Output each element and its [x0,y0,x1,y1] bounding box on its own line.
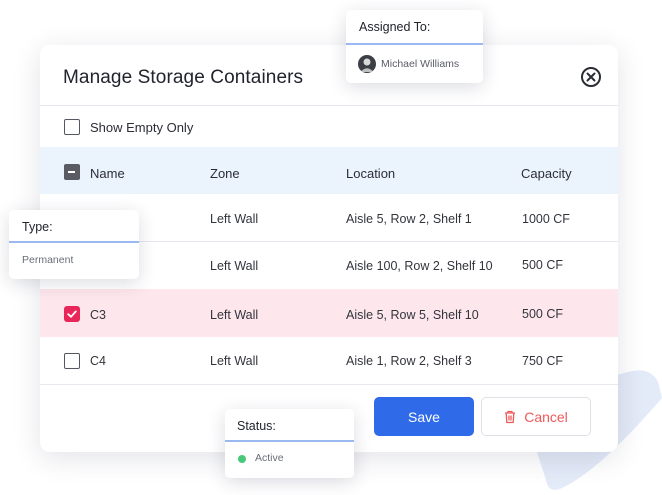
cell-capacity: 500 CF [522,307,563,321]
column-header-name[interactable]: Name [90,166,125,181]
check-icon [67,310,77,318]
cell-zone: Left Wall [210,354,259,368]
cell-capacity: 750 CF [522,354,563,368]
table-row-selected[interactable]: C3 Left Wall Aisle 5, Row 5, Shelf 10 50… [40,289,618,337]
close-icon [586,72,596,82]
row-checkbox[interactable] [64,353,80,369]
cell-zone: Left Wall [210,308,259,322]
status-dot-icon [238,455,246,463]
assigned-user-name: Michael Williams [381,58,460,70]
show-empty-label: Show Empty Only [90,120,194,135]
column-header-location[interactable]: Location [346,166,395,181]
status-card: Status: Active [225,409,354,478]
cell-name: C3 [90,308,106,322]
select-all-checkbox[interactable] [64,164,80,180]
cell-zone: Left Wall [210,212,259,226]
table-row[interactable]: C4 Left Wall Aisle 1, Row 2, Shelf 3 750… [40,337,618,385]
status-value: Active [255,452,284,464]
modal-title: Manage Storage Containers [63,67,304,88]
card-accent-rule [225,440,354,442]
status-title: Status: [237,419,276,433]
cell-location: Aisle 1, Row 2, Shelf 3 [346,354,472,368]
header-divider [40,105,618,106]
column-header-zone[interactable]: Zone [210,166,240,181]
cell-zone: Left Wall [210,259,259,273]
cell-capacity: 500 CF [522,258,563,272]
trash-icon [505,410,516,423]
cell-name: C4 [90,354,106,368]
type-card: Type: Permanent [9,210,139,279]
cell-location: Aisle 5, Row 5, Shelf 10 [346,308,479,322]
cell-capacity: 1000 CF [522,212,570,226]
assigned-to-card: Assigned To: Michael Williams [346,10,483,83]
card-accent-rule [9,241,139,243]
row-checkbox-checked[interactable] [64,306,80,322]
show-empty-checkbox[interactable] [64,119,80,135]
footer-divider [40,384,618,385]
cell-location: Aisle 5, Row 2, Shelf 1 [346,212,472,226]
cancel-button[interactable]: Cancel [481,397,591,436]
cell-location: Aisle 100, Row 2, Shelf 10 [346,259,493,273]
type-value: Permanent [22,254,74,266]
assigned-to-title: Assigned To: [359,20,431,34]
column-header-capacity[interactable]: Capacity [521,166,572,181]
save-button[interactable]: Save [374,397,474,436]
card-accent-rule [346,43,483,45]
avatar [358,55,376,73]
close-button[interactable] [581,67,601,87]
type-title: Type: [22,220,53,234]
cancel-label: Cancel [524,408,568,425]
